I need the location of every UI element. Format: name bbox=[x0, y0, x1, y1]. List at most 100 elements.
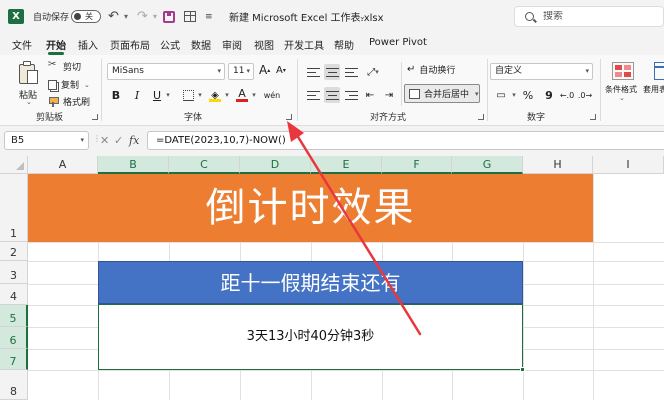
tab-file[interactable]: 文件 bbox=[12, 37, 32, 52]
italic-button[interactable]: I bbox=[130, 87, 144, 103]
align-right-button[interactable] bbox=[343, 87, 359, 103]
save-icon[interactable] bbox=[163, 0, 175, 33]
wrap-text-button[interactable]: ↵ 自动换行 bbox=[407, 63, 455, 76]
font-size-field[interactable]: 11 ▾ bbox=[228, 63, 254, 80]
insert-function-icon[interactable]: fx bbox=[129, 134, 139, 147]
fill-color-dropdown-icon[interactable]: ▾ bbox=[223, 87, 231, 103]
decrease-decimal-button[interactable]: .0→ bbox=[578, 87, 592, 103]
currency-button[interactable]: ▭ bbox=[492, 87, 510, 103]
row-header-7[interactable]: 7 bbox=[0, 349, 28, 370]
currency-dropdown-icon[interactable]: ▾ bbox=[510, 87, 518, 103]
row-header-8[interactable]: 8 bbox=[0, 370, 28, 400]
search-input[interactable] bbox=[543, 11, 643, 22]
cut-button[interactable]: 剪切 bbox=[48, 59, 81, 73]
borders-button[interactable] bbox=[180, 87, 196, 103]
align-top-button[interactable] bbox=[305, 64, 321, 80]
chevron-down-icon[interactable]: ⌄ bbox=[359, 0, 366, 33]
format-painter-button[interactable]: 格式刷 bbox=[48, 95, 90, 108]
row-header-3[interactable]: 3 bbox=[0, 261, 28, 284]
align-center-button[interactable] bbox=[324, 87, 340, 103]
increase-indent-button[interactable]: ⇥ bbox=[381, 87, 397, 103]
bold-button[interactable]: B bbox=[109, 87, 123, 103]
column-header-d[interactable]: D bbox=[240, 156, 311, 174]
format-as-table-label[interactable]: 套用表格格 bbox=[643, 84, 664, 95]
undo-icon[interactable]: ↶ bbox=[108, 0, 119, 33]
borders-dropdown-icon[interactable]: ▾ bbox=[196, 87, 204, 103]
decrease-indent-button[interactable]: ⇤ bbox=[362, 87, 378, 103]
row-header-6[interactable]: 6 bbox=[0, 327, 28, 349]
clipboard-launcher-icon[interactable] bbox=[92, 114, 98, 120]
subheading-cell[interactable]: 距十一假期结束还有 bbox=[98, 261, 523, 304]
copy-label: 复制 bbox=[61, 81, 80, 91]
tab-page-layout[interactable]: 页面布局 bbox=[110, 37, 150, 52]
tab-insert[interactable]: 插入 bbox=[78, 37, 98, 52]
number-group-label: 数字 bbox=[527, 113, 546, 123]
number-launcher-icon[interactable] bbox=[590, 114, 596, 120]
redo-dropdown-icon[interactable]: ▾ bbox=[153, 0, 157, 33]
row-header-5[interactable]: 5 bbox=[0, 305, 28, 327]
underline-button[interactable]: U bbox=[150, 87, 164, 103]
worksheet-grid[interactable]: A B C D E F G H I 1 2 3 4 5 6 7 8 倒计时效果 … bbox=[0, 156, 664, 400]
tab-formulas[interactable]: 公式 bbox=[160, 37, 180, 52]
font-launcher-icon[interactable] bbox=[286, 114, 292, 120]
copy-button[interactable]: 复制 ⌄ bbox=[48, 78, 90, 91]
customize-toolbar-icon[interactable]: ≡ bbox=[205, 0, 213, 33]
tab-help[interactable]: 帮助 bbox=[334, 37, 354, 52]
align-bottom-button[interactable] bbox=[343, 64, 359, 80]
shrink-font-button[interactable]: A ▾ bbox=[276, 65, 286, 76]
conditional-formatting-dropdown-icon[interactable]: ⌄ bbox=[619, 94, 625, 102]
column-header-b[interactable]: B bbox=[98, 156, 169, 174]
align-left-button[interactable] bbox=[305, 87, 321, 103]
font-color-button[interactable]: A bbox=[234, 87, 250, 103]
tab-power-pivot[interactable]: Power Pivot bbox=[369, 37, 427, 48]
fill-color-button[interactable]: ◈ bbox=[207, 87, 223, 103]
comma-style-button[interactable]: 9 bbox=[542, 87, 556, 103]
column-header-g[interactable]: G bbox=[452, 156, 523, 174]
column-header-i[interactable]: I bbox=[593, 156, 664, 174]
tab-developer[interactable]: 开发工具 bbox=[284, 37, 324, 52]
underline-dropdown-icon[interactable]: ▾ bbox=[164, 87, 172, 103]
font-name-field[interactable]: MiSans ▾ bbox=[107, 63, 225, 80]
tab-data[interactable]: 数据 bbox=[191, 37, 211, 52]
merge-center-button[interactable]: 合并后居中 ▾ bbox=[404, 84, 480, 103]
copy-dropdown-icon[interactable]: ⌄ bbox=[84, 81, 90, 89]
form-icon[interactable] bbox=[184, 0, 196, 33]
autosave-toggle[interactable]: 关 bbox=[71, 0, 101, 33]
paste-dropdown-icon[interactable]: ⌄ bbox=[26, 98, 32, 106]
paste-icon[interactable] bbox=[19, 61, 39, 85]
grow-font-button[interactable]: A ▴ bbox=[259, 63, 270, 77]
fill-handle[interactable] bbox=[520, 367, 525, 372]
row-header-2[interactable]: 2 bbox=[0, 242, 28, 261]
column-header-f[interactable]: F bbox=[382, 156, 452, 174]
column-header-e[interactable]: E bbox=[311, 156, 382, 174]
scissors-icon bbox=[48, 59, 59, 72]
banner-cell[interactable]: 倒计时效果 bbox=[28, 174, 593, 242]
phonetic-guide-button[interactable]: wén bbox=[262, 87, 282, 103]
column-header-h[interactable]: H bbox=[523, 156, 593, 174]
orientation-button[interactable]: ⤢ ▾ bbox=[362, 64, 384, 80]
select-all-button[interactable] bbox=[0, 156, 28, 174]
column-header-c[interactable]: C bbox=[169, 156, 240, 174]
row-header-4[interactable]: 4 bbox=[0, 284, 28, 305]
tab-home[interactable]: 开始 bbox=[46, 37, 66, 55]
number-format-field[interactable]: 自定义 ▾ bbox=[490, 63, 593, 80]
cancel-icon[interactable]: ✕ bbox=[100, 134, 109, 147]
format-as-table-icon[interactable] bbox=[654, 62, 664, 80]
formula-input[interactable]: =DATE(2023,10,7)-NOW() bbox=[147, 131, 664, 150]
percent-button[interactable]: % bbox=[521, 87, 535, 103]
column-header-a[interactable]: A bbox=[28, 156, 98, 174]
undo-dropdown-icon[interactable]: ▾ bbox=[124, 0, 128, 33]
countdown-cell[interactable]: 3天13小时40分钟3秒 bbox=[98, 304, 523, 370]
alignment-launcher-icon[interactable] bbox=[478, 114, 484, 120]
increase-decimal-button[interactable]: ←.0 bbox=[560, 87, 574, 103]
name-box[interactable]: B5 ▾ bbox=[4, 131, 89, 150]
align-middle-button[interactable] bbox=[324, 64, 340, 80]
tab-review[interactable]: 审阅 bbox=[222, 37, 242, 52]
search-box[interactable] bbox=[514, 6, 664, 27]
tab-view[interactable]: 视图 bbox=[254, 37, 274, 52]
conditional-formatting-icon[interactable] bbox=[612, 62, 634, 80]
redo-icon[interactable]: ↷ bbox=[137, 0, 148, 33]
font-color-dropdown-icon[interactable]: ▾ bbox=[250, 87, 258, 103]
row-header-1[interactable]: 1 bbox=[0, 174, 28, 242]
enter-icon[interactable]: ✓ bbox=[114, 134, 123, 147]
